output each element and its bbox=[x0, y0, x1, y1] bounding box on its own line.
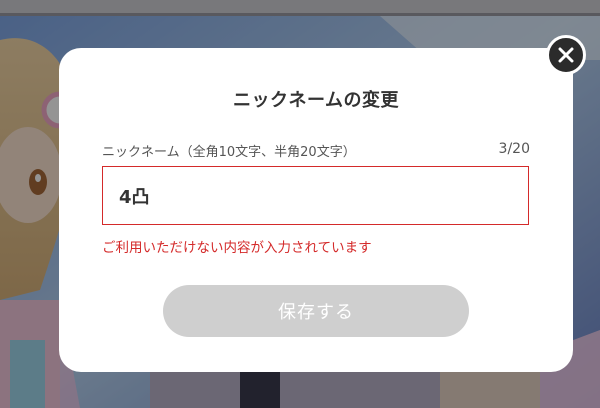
nickname-dialog: ニックネームの変更 ニックネーム（全角10文字、半角20文字） 3/20 ご利用… bbox=[59, 48, 573, 372]
save-button[interactable]: 保存する bbox=[163, 285, 469, 337]
close-button[interactable] bbox=[546, 35, 586, 75]
screen: ニックネームの変更 ニックネーム（全角10文字、半角20文字） 3/20 ご利用… bbox=[0, 0, 600, 408]
character-count: 3/20 bbox=[498, 141, 530, 157]
close-icon bbox=[558, 47, 574, 63]
dialog-title: ニックネームの変更 bbox=[233, 90, 399, 111]
nickname-field-label: ニックネーム（全角10文字、半角20文字） bbox=[102, 145, 356, 160]
error-message: ご利用いただけない内容が入力されています bbox=[102, 240, 372, 256]
nickname-input[interactable] bbox=[102, 166, 529, 225]
